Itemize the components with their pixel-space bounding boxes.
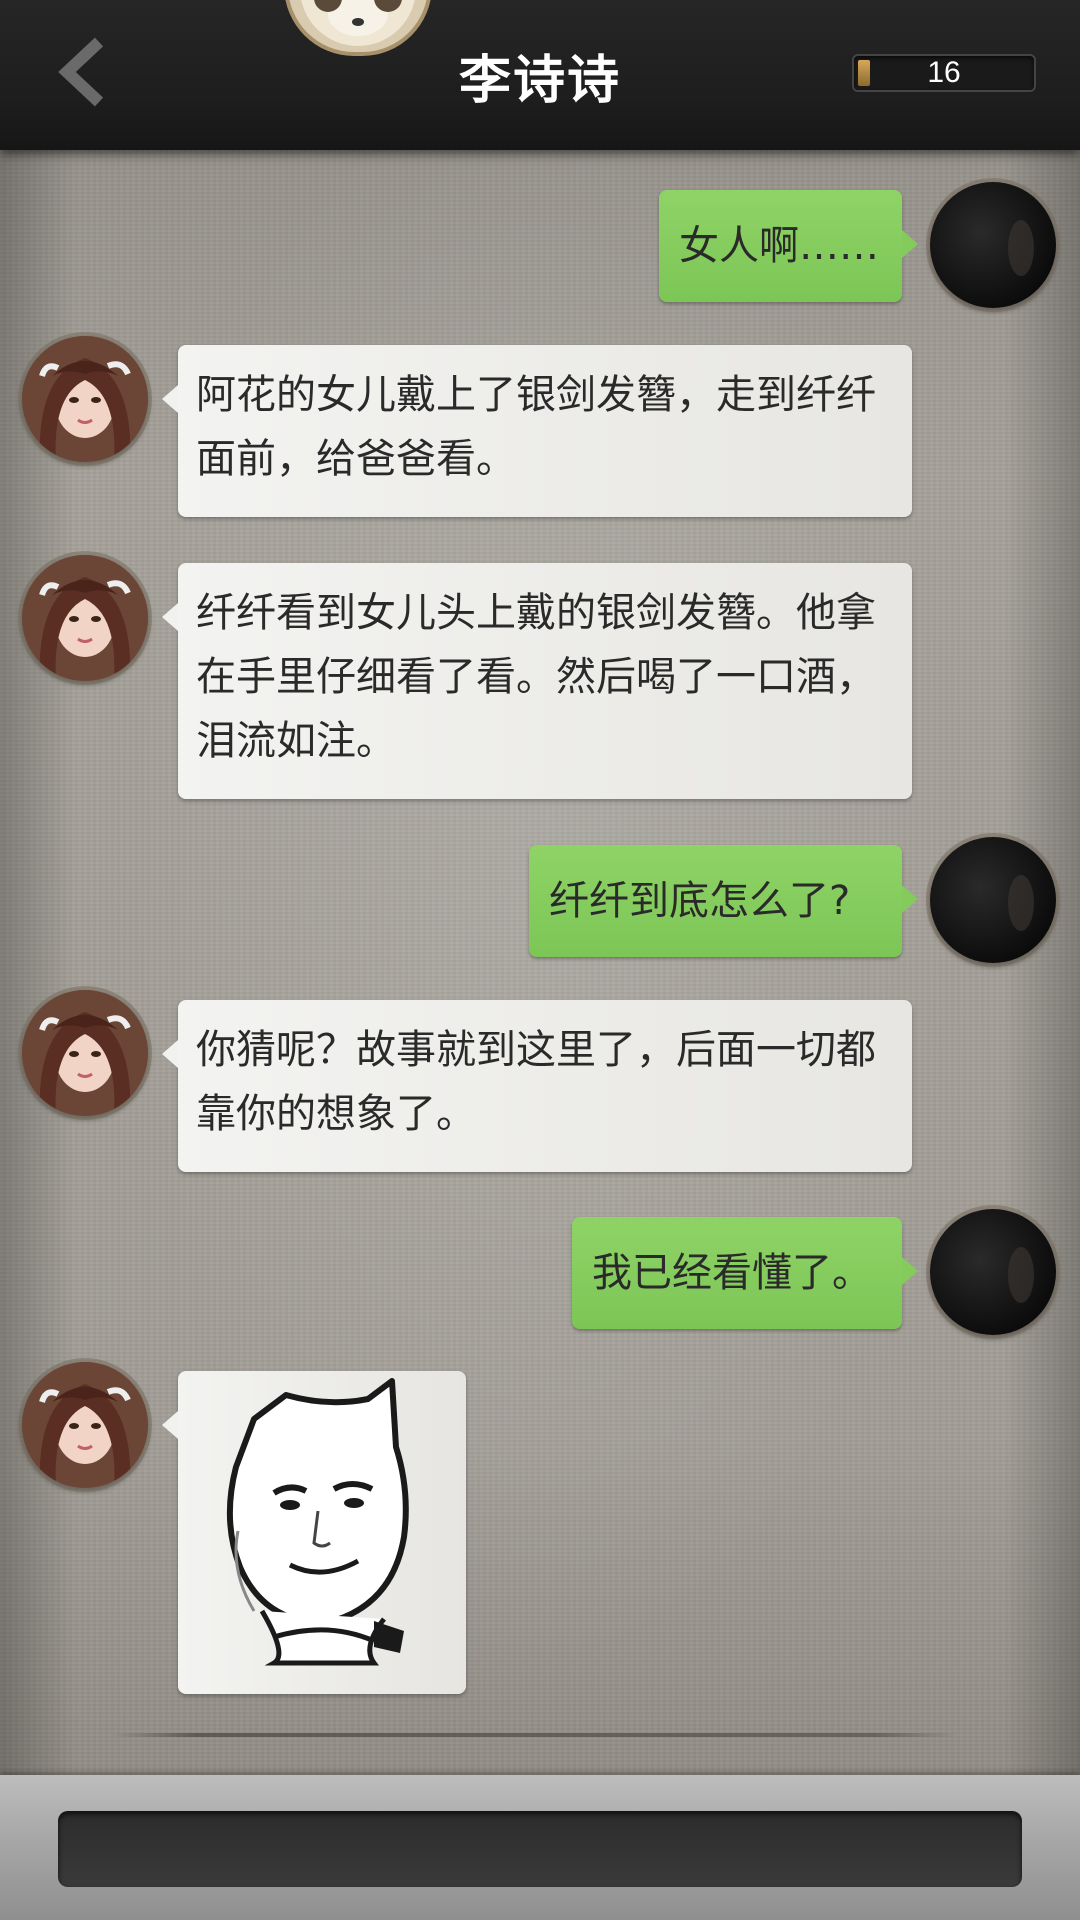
bottom-bar (0, 1775, 1080, 1920)
user-avatar[interactable] (930, 837, 1056, 963)
chat-end-divider (112, 1733, 958, 1737)
energy-counter[interactable]: 16 (852, 54, 1036, 92)
message-bubble-incoming: 阿花的女儿戴上了银剑发簪，走到纤纤面前，给爸爸看。 (162, 345, 912, 517)
message-bubble-outgoing: 我已经看懂了。 (572, 1217, 918, 1329)
chat-background (0, 0, 1080, 1920)
smug-cat-face-sticker-icon (226, 1378, 409, 1666)
contact-avatar[interactable] (22, 336, 148, 462)
message-bubble-incoming: 你猜呢？故事就到这里了，后面一切都靠你的想象了。 (162, 1000, 912, 1172)
contact-avatar[interactable] (22, 555, 148, 681)
user-avatar[interactable] (930, 1209, 1056, 1335)
contact-avatar[interactable] (22, 990, 148, 1116)
message-bubble-outgoing: 女人啊…… (659, 190, 918, 302)
contact-avatar[interactable] (22, 1362, 148, 1488)
message-bubble-incoming: 纤纤看到女儿头上戴的银剑发簪。他拿在手里仔细看了看。然后喝了一口酒，泪流如注。 (162, 563, 912, 799)
message-bubble-outgoing: 纤纤到底怎么了? (529, 845, 918, 957)
sticker-message[interactable] (162, 1371, 466, 1694)
reply-input[interactable] (58, 1811, 1022, 1887)
user-avatar[interactable] (930, 182, 1056, 308)
counter-value: 16 (927, 56, 961, 89)
top-bar: 李诗诗 16 (0, 0, 1080, 150)
